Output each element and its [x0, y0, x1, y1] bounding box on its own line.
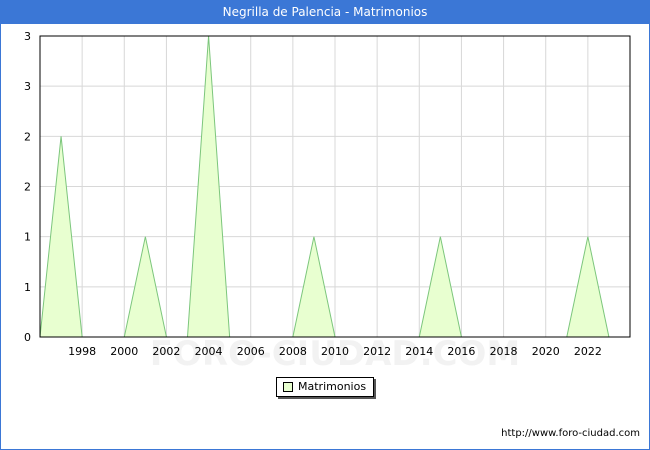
x-tick-label: 2014	[405, 345, 433, 358]
x-tick-label: 2018	[490, 345, 518, 358]
x-tick-label: 2008	[279, 345, 307, 358]
y-tick-label: 3	[24, 80, 31, 93]
legend-swatch	[283, 382, 293, 392]
x-tick-label: 2002	[152, 345, 180, 358]
y-tick-label: 1	[24, 231, 31, 244]
y-axis: 0 1 1 2 2 3 3	[24, 30, 31, 344]
y-tick-label: 3	[24, 30, 31, 43]
x-tick-label: 2016	[447, 345, 475, 358]
y-tick-label: 1	[24, 281, 31, 294]
x-tick-label: 2006	[237, 345, 265, 358]
grid	[40, 36, 630, 337]
legend: Matrimonios	[276, 377, 374, 397]
x-tick-label: 2000	[110, 345, 138, 358]
legend-label: Matrimonios	[298, 380, 367, 393]
source-url: http://www.foro-ciudad.com	[501, 428, 640, 439]
x-tick-label: 1998	[68, 345, 96, 358]
y-tick-label: 2	[24, 130, 31, 143]
x-tick-label: 2012	[363, 345, 391, 358]
data-point	[313, 236, 315, 238]
y-tick-label: 0	[24, 331, 31, 344]
data-point	[587, 236, 589, 238]
x-tick-label: 2022	[574, 345, 602, 358]
x-tick-label: 2010	[321, 345, 349, 358]
x-tick-label: 2004	[195, 345, 223, 358]
y-tick-label: 2	[24, 181, 31, 194]
data-point	[60, 135, 62, 137]
x-axis: 1998 2000 2002 2004 2006 2008 2010 2012 2014 2016…	[68, 345, 602, 358]
x-tick-label: 2020	[532, 345, 560, 358]
data-point	[439, 236, 441, 238]
data-point	[144, 236, 146, 238]
